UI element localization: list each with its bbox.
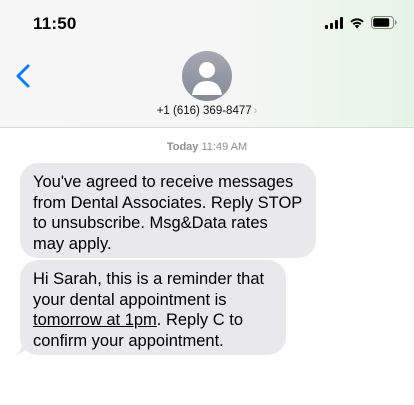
- contact-avatar[interactable]: [182, 51, 232, 101]
- person-icon: [192, 62, 222, 95]
- message-bubble[interactable]: Hi Sarah, this is a reminder that your d…: [20, 260, 286, 355]
- message-timestamp: Today 11:49 AM: [0, 141, 414, 153]
- signal-icon: [325, 16, 343, 29]
- chevron-right-icon: ›: [253, 105, 258, 117]
- wifi-icon: [350, 17, 364, 28]
- contact-number: +1 (616) 369-8477: [156, 105, 252, 117]
- bubble-tail: [15, 336, 28, 355]
- contact-info[interactable]: +1 (616) 369-8477 ›: [0, 105, 414, 117]
- date-link[interactable]: tomorrow at 1pm: [33, 311, 157, 329]
- status-icons: [325, 16, 397, 29]
- message-text: You've agreed to receive messages from D…: [33, 173, 303, 253]
- message-text: Hi Sarah, this is a reminder that your d…: [33, 270, 265, 309]
- timestamp-time: 11:49 AM: [201, 141, 248, 153]
- status-time: 11:50: [33, 14, 77, 33]
- battery-icon: [371, 16, 397, 29]
- back-chevron-icon[interactable]: [13, 62, 35, 90]
- conversation-header: 11:50 +1 (616) 369-8477 ›: [0, 0, 414, 128]
- message-bubble[interactable]: You've agreed to receive messages from D…: [20, 163, 316, 258]
- timestamp-day: Today: [166, 141, 199, 153]
